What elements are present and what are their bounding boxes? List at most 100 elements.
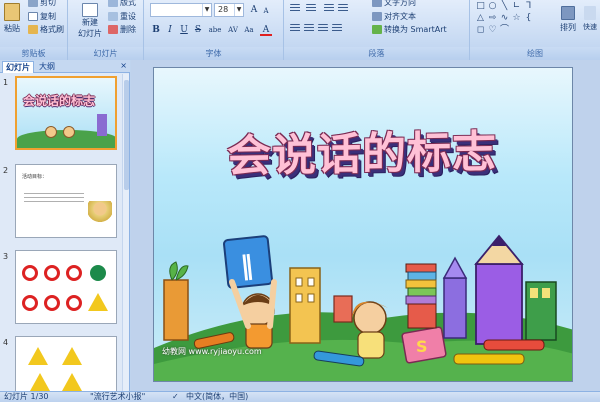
prohibition-sign-icon — [44, 295, 60, 311]
slide-thumbnail-4[interactable]: 4 — [0, 336, 124, 396]
justify-icon — [332, 24, 342, 33]
copy-button[interactable]: 复制 — [28, 11, 56, 22]
scrollbar-thumb[interactable] — [124, 80, 129, 190]
slide-thumbnail-3[interactable]: 3 — [0, 250, 124, 330]
theme-name[interactable]: "流行艺术小报" — [90, 392, 145, 402]
indent-increase-button[interactable] — [338, 4, 348, 13]
align-right-button[interactable] — [318, 24, 328, 33]
prohibition-sign-icon — [66, 265, 82, 281]
slides-group-label: 幻灯片 — [68, 47, 143, 60]
delete-button[interactable]: 删除 — [108, 24, 136, 35]
curve-icon[interactable]: ∿ — [500, 14, 509, 23]
align-center-button[interactable] — [304, 24, 314, 33]
underline-button[interactable]: U — [178, 24, 190, 36]
scissors-icon — [28, 0, 38, 7]
crayon — [483, 339, 545, 351]
cut-label: 剪切 — [40, 0, 56, 7]
reset-icon — [108, 12, 118, 21]
thumbnail-frame: 活动目标： — [15, 164, 117, 238]
align-center-icon — [304, 24, 314, 33]
layout-icon — [108, 0, 118, 7]
format-painter-button[interactable]: 格式刷 — [28, 24, 64, 35]
new-slide-button[interactable]: 新建 幻灯片 — [78, 3, 102, 39]
close-icon[interactable]: × — [120, 61, 127, 70]
char-spacing-button[interactable]: AV — [226, 24, 240, 36]
slide-number: 4 — [3, 338, 9, 347]
grow-font-button[interactable]: A — [248, 4, 260, 16]
italic-button[interactable]: I — [164, 24, 176, 36]
text-direction-button[interactable]: 文字方向 — [372, 0, 416, 8]
connector-icon[interactable]: ᒣ — [524, 2, 533, 11]
slide-title[interactable]: 会说话的标志 — [192, 127, 532, 183]
tab-slides[interactable]: 幻灯片 — [2, 61, 34, 73]
heart-icon[interactable]: ♡ — [488, 26, 497, 35]
giant-pencil — [475, 263, 523, 345]
reset-button[interactable]: 重设 — [108, 11, 136, 22]
clipboard-group-label: 剪贴板 — [0, 47, 67, 60]
orange-tower — [163, 279, 189, 341]
line-icon[interactable]: ╲ — [500, 2, 509, 11]
shrink-font-button[interactable]: A — [260, 5, 272, 17]
delete-label: 删除 — [120, 25, 136, 34]
align-text-button[interactable]: 对齐文本 — [372, 11, 416, 22]
font-group: ▼ 28 ▼ A A B I U S abe AV Aa A 字体 — [144, 0, 284, 60]
bracket-icon[interactable]: ⌒ — [500, 26, 509, 35]
clipboard-group: 粘贴 剪切 复制 格式刷 剪贴板 — [0, 0, 68, 60]
language-indicator[interactable]: 中文(简体，中国) — [186, 392, 248, 402]
font-size-combo[interactable]: 28 ▼ — [214, 3, 244, 17]
cut-button[interactable]: 剪切 — [28, 0, 56, 8]
indent-decrease-button[interactable] — [324, 4, 334, 13]
smartart-button[interactable]: 转换为 SmartArt — [372, 24, 447, 35]
panel-scrollbar[interactable] — [122, 74, 129, 391]
rectangle-icon[interactable]: □ — [476, 2, 485, 11]
thumbnail-title: 会说话的标志 — [23, 94, 96, 108]
quick-styles-label: 快速 — [583, 23, 597, 31]
paste-button[interactable]: 粘贴 — [4, 3, 20, 34]
shapes-gallery[interactable]: □ ○ ╲ ∟ ᒣ △ ⇨ ∿ ☆ { ◻ ♡ ⌒ — [476, 2, 560, 44]
layout-button[interactable]: 版式 — [108, 0, 136, 8]
numbering-icon — [306, 4, 316, 13]
slide-thumbnail-2[interactable]: 2 活动目标： — [0, 164, 124, 244]
reset-label: 重设 — [120, 12, 136, 21]
format-painter-label: 格式刷 — [40, 25, 64, 34]
slide-canvas[interactable]: ‖ S 会说话的标志 幼教网 www.ryjiaoyu.com — [153, 67, 573, 382]
plant — [169, 261, 189, 281]
tab-outline[interactable]: 大纲 — [36, 61, 58, 73]
arrow-icon[interactable]: ⇨ — [488, 14, 497, 23]
align-left-icon — [290, 24, 300, 33]
font-color-button[interactable]: A — [260, 24, 272, 36]
new-slide-icon — [82, 3, 98, 17]
purple-tower-roof — [442, 256, 468, 279]
thumbnail-building — [97, 114, 107, 136]
bullets-button[interactable] — [290, 4, 300, 13]
layout-label: 版式 — [120, 0, 136, 7]
change-case-button[interactable]: Aa — [242, 24, 256, 36]
quick-styles-button[interactable]: 快速 — [583, 6, 597, 32]
spellcheck-icon[interactable]: ✓ — [172, 392, 179, 402]
thumbnail-frame: 会说话的标志 — [15, 76, 117, 150]
arrange-button[interactable]: 排列 — [560, 6, 576, 33]
outdent-icon — [324, 4, 334, 13]
recycle-sign-icon — [90, 265, 106, 281]
oval-icon[interactable]: ○ — [488, 2, 497, 11]
star-icon[interactable]: ☆ — [512, 14, 521, 23]
justify-button[interactable] — [332, 24, 342, 33]
slides-panel: 幻灯片 大纲 × 1 会说话的标志 2 活动目标： 3 4 — [0, 60, 130, 396]
board-symbol: S — [416, 337, 428, 356]
align-right-icon — [318, 24, 328, 33]
shadow-button[interactable]: abe — [206, 24, 224, 36]
elbow-icon[interactable]: ∟ — [512, 2, 521, 11]
numbering-button[interactable] — [306, 4, 316, 13]
bold-button[interactable]: B — [150, 24, 162, 36]
align-left-button[interactable] — [290, 24, 300, 33]
brace-icon[interactable]: { — [524, 14, 533, 23]
font-name-combo[interactable]: ▼ — [150, 3, 212, 17]
triangle-icon[interactable]: △ — [476, 14, 485, 23]
callout-icon[interactable]: ◻ — [476, 26, 485, 35]
font-size-value: 28 — [218, 5, 229, 14]
strikethrough-button[interactable]: S — [192, 24, 204, 36]
quick-styles-icon — [584, 6, 596, 20]
slide-thumbnail-1[interactable]: 1 会说话的标志 — [0, 76, 124, 156]
paste-label: 粘贴 — [4, 24, 20, 33]
thumbnail-kid — [63, 126, 75, 138]
